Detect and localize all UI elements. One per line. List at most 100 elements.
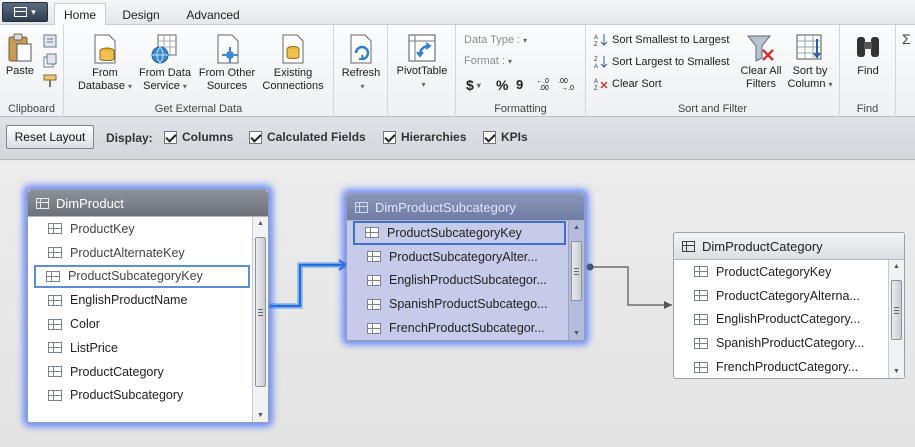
column-icon xyxy=(694,337,708,349)
increase-decimal-icon[interactable]: ←.0.00 xyxy=(536,75,556,91)
application-menu-button[interactable]: ▾ xyxy=(2,2,48,22)
column-item[interactable]: ProductKey xyxy=(28,217,252,241)
display-label: Display: xyxy=(106,131,153,145)
column-name: ProductSubcategoryKey xyxy=(387,225,522,240)
vertical-scrollbar[interactable]: ▲ ▼ xyxy=(568,221,584,340)
data-type-dropdown[interactable]: Data Type : ▾ xyxy=(464,34,527,46)
column-item[interactable]: ListPrice xyxy=(28,336,252,360)
from-data-service-button[interactable]: From Data Service ▾ xyxy=(134,33,196,93)
scroll-down-icon[interactable]: ▼ xyxy=(573,330,580,337)
tab-design[interactable]: Design xyxy=(114,4,168,25)
columns-checkbox[interactable]: Columns xyxy=(164,130,233,144)
scrollbar-thumb[interactable] xyxy=(891,280,902,340)
column-item-selected[interactable]: ProductSubcategoryKey xyxy=(34,264,250,289)
comma-button[interactable]: 9 xyxy=(516,77,523,92)
scroll-down-icon[interactable]: ▼ xyxy=(257,412,264,419)
scroll-up-icon[interactable]: ▲ xyxy=(893,263,900,270)
cut-icon[interactable] xyxy=(42,33,58,49)
find-button[interactable]: Find xyxy=(844,33,892,78)
sort-largest-to-smallest-button[interactable]: ZA Sort Largest to Smallest xyxy=(594,55,729,69)
scroll-up-icon[interactable]: ▲ xyxy=(257,220,264,227)
column-item[interactable]: ProductSubcategory xyxy=(28,384,252,408)
column-item[interactable]: ProductSubcategoryAlter... xyxy=(347,245,568,269)
column-item[interactable]: FrenchProductSubcategor... xyxy=(347,316,568,340)
kpis-checkbox[interactable]: KPIs xyxy=(483,130,528,144)
diagram-canvas[interactable]: DimProduct ProductKey ProductAlternateKe… xyxy=(0,161,915,447)
table-dimproductsubcategory[interactable]: DimProductSubcategory ProductSubcategory… xyxy=(346,193,585,341)
scroll-down-icon[interactable]: ▼ xyxy=(893,368,900,375)
column-item[interactable]: Color xyxy=(28,312,252,336)
format-painter-icon[interactable] xyxy=(42,73,58,89)
table-header[interactable]: DimProductCategory xyxy=(674,233,904,260)
column-icon xyxy=(694,361,708,373)
sort-by-column-button[interactable]: Sort by Column ▾ xyxy=(786,33,834,91)
column-icon xyxy=(367,251,381,263)
table-header[interactable]: DimProductSubcategory xyxy=(347,194,584,221)
sort-ascending-icon: AZ xyxy=(594,34,608,47)
column-item[interactable]: ProductCategory xyxy=(28,360,252,384)
column-name: SpanishProductSubcatego... xyxy=(389,297,548,312)
scrollbar-thumb[interactable] xyxy=(571,241,582,301)
column-item[interactable]: ProductCategoryKey xyxy=(674,260,888,284)
table-icon xyxy=(355,201,368,213)
column-item-selected[interactable]: ProductSubcategoryKey xyxy=(353,221,566,245)
overflow-sum-icon[interactable]: Σ xyxy=(902,31,911,47)
table-dimproductcategory[interactable]: DimProductCategory ProductCategoryKey Pr… xyxy=(673,232,905,379)
column-item[interactable]: EnglishProductSubcategor... xyxy=(347,269,568,293)
table-header[interactable]: DimProduct xyxy=(28,190,268,217)
column-name: ProductSubcategory xyxy=(70,388,184,403)
checkbox-checked-icon xyxy=(383,130,396,144)
relationship-product-to-subcategory[interactable] xyxy=(268,259,348,309)
refresh-button[interactable]: Refresh ▾ xyxy=(338,33,384,93)
table-dimproduct[interactable]: DimProduct ProductKey ProductAlternateKe… xyxy=(27,189,269,423)
calculated-fields-checkbox[interactable]: Calculated Fields xyxy=(249,130,366,144)
decrease-decimal-icon[interactable]: .00→.0 xyxy=(558,75,578,91)
column-list: ProductSubcategoryKey ProductSubcategory… xyxy=(347,221,568,340)
scroll-up-icon[interactable]: ▲ xyxy=(573,224,580,231)
column-item[interactable]: FrenchProductCategory... xyxy=(674,355,888,378)
get-external-data-group-label: Get External Data xyxy=(154,103,243,115)
column-name: ListPrice xyxy=(70,340,118,355)
tab-advanced[interactable]: Advanced xyxy=(178,4,248,25)
scrollbar-thumb[interactable] xyxy=(255,237,266,387)
currency-button[interactable]: $ ▾ xyxy=(466,77,481,93)
existing-connections-button[interactable]: Existing Connections xyxy=(258,33,328,93)
clear-sort-button[interactable]: AZ Clear Sort xyxy=(594,77,662,91)
svg-text:Z: Z xyxy=(594,57,598,63)
get-external-data-group: From Database ▾ From Data Service ▾ From O… xyxy=(64,25,334,117)
copy-icon[interactable] xyxy=(42,53,58,69)
from-other-sources-button[interactable]: From Other Sources xyxy=(196,33,258,93)
from-other-sources-label: From Other Sources xyxy=(198,67,256,92)
clear-all-filters-button[interactable]: Clear All Filters xyxy=(736,33,786,91)
tab-home[interactable]: Home xyxy=(54,3,106,26)
sort-smallest-to-largest-button[interactable]: AZ Sort Smallest to Largest xyxy=(594,33,729,47)
from-database-button[interactable]: From Database ▾ xyxy=(72,33,138,93)
checkbox-checked-icon xyxy=(164,130,177,144)
vertical-scrollbar[interactable]: ▲ ▼ xyxy=(888,260,904,378)
column-item[interactable]: SpanishProductCategory... xyxy=(674,331,888,355)
column-icon xyxy=(48,247,62,259)
column-name: EnglishProductCategory... xyxy=(716,312,861,327)
column-item[interactable]: ProductAlternateKey xyxy=(28,241,252,265)
pivottable-button[interactable]: PivotTable ▾ xyxy=(392,33,452,91)
pivottable-label: PivotTable xyxy=(396,65,448,77)
column-item[interactable]: ProductCategoryAlterna... xyxy=(674,284,888,308)
reset-layout-button[interactable]: Reset Layout xyxy=(6,125,94,149)
table-title: DimProductCategory xyxy=(702,238,823,254)
paste-button[interactable]: Paste xyxy=(4,33,36,78)
format-dropdown[interactable]: Format : ▾ xyxy=(464,55,512,67)
vertical-scrollbar[interactable]: ▲ ▼ xyxy=(252,217,268,422)
relationship-subcategory-to-category[interactable] xyxy=(586,263,673,310)
column-item[interactable]: EnglishProductCategory... xyxy=(674,308,888,332)
column-item[interactable]: EnglishProductName xyxy=(28,288,252,312)
column-list: ProductKey ProductAlternateKey ProductSu… xyxy=(28,217,252,422)
percent-button[interactable]: % xyxy=(496,77,508,93)
column-icon xyxy=(48,223,62,235)
column-list: ProductCategoryKey ProductCategoryAltern… xyxy=(674,260,888,378)
column-item[interactable]: SpanishProductSubcatego... xyxy=(347,292,568,316)
clear-all-filters-label: Clear All Filters xyxy=(740,65,782,90)
hierarchies-checkbox[interactable]: Hierarchies xyxy=(383,130,466,144)
find-label: Find xyxy=(857,65,879,77)
column-name: SpanishProductCategory... xyxy=(716,336,865,351)
sort-descending-icon: ZA xyxy=(594,56,608,69)
